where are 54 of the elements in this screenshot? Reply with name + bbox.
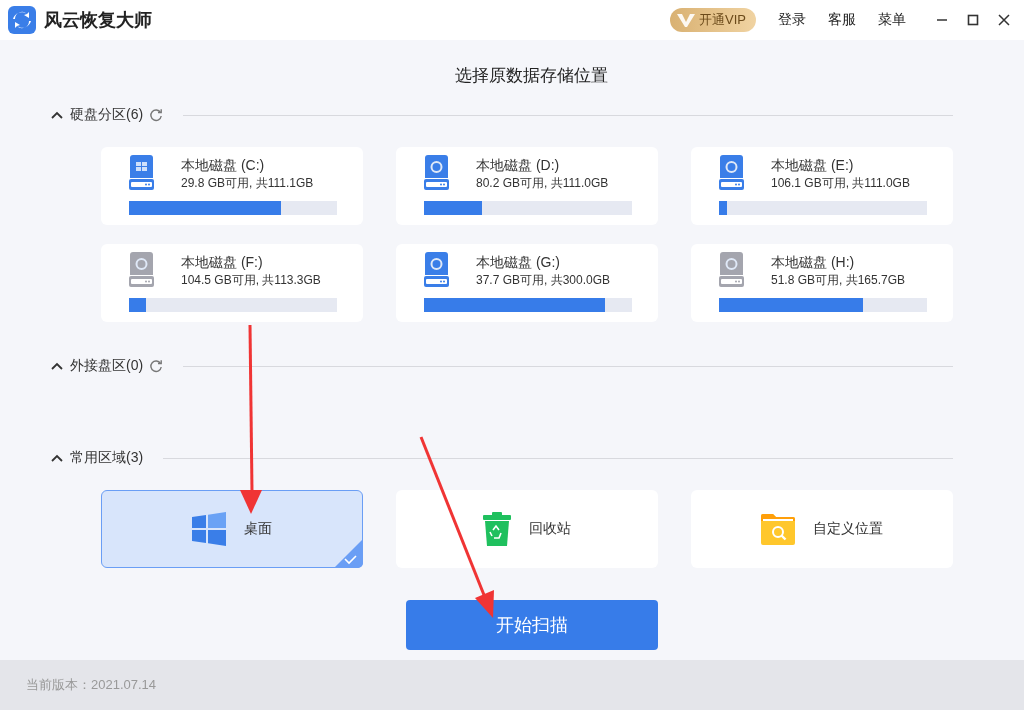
hard-drive-icon bbox=[719, 252, 744, 287]
v-icon bbox=[676, 12, 697, 28]
drive-card[interactable]: 本地磁盘 (D:) 80.2 GB可用, 共111.0GB bbox=[396, 147, 658, 225]
collapse-caret-icon[interactable] bbox=[50, 110, 64, 120]
maximize-icon[interactable] bbox=[967, 14, 979, 26]
location-name: 桌面 bbox=[244, 520, 272, 538]
location-name: 回收站 bbox=[529, 520, 571, 538]
app-logo-icon bbox=[8, 6, 36, 34]
location-name: 自定义位置 bbox=[813, 520, 883, 538]
section-title: 硬盘分区(6) bbox=[70, 106, 144, 124]
vip-button[interactable]: 开通VIP bbox=[670, 8, 756, 32]
location-card[interactable]: 自定义位置 bbox=[691, 490, 953, 568]
hard-drive-icon bbox=[129, 252, 154, 287]
drive-space: 104.5 GB可用, 共113.3GB bbox=[181, 272, 321, 289]
drive-space: 106.1 GB可用, 共111.0GB bbox=[771, 175, 910, 192]
hard-drive-icon bbox=[719, 155, 744, 190]
check-corner-icon bbox=[334, 539, 363, 568]
drive-name: 本地磁盘 (H:) bbox=[771, 254, 856, 271]
section-title: 外接盘区(0) bbox=[70, 357, 144, 375]
drive-card[interactable]: 本地磁盘 (C:) 29.8 GB可用, 共111.1GB bbox=[101, 147, 363, 225]
drive-space: 51.8 GB可用, 共165.7GB bbox=[771, 272, 906, 289]
location-card[interactable]: 桌面 bbox=[101, 490, 363, 568]
collapse-caret-icon[interactable] bbox=[50, 361, 64, 371]
drive-card[interactable]: 本地磁盘 (F:) 104.5 GB可用, 共113.3GB bbox=[101, 244, 363, 322]
location-card[interactable]: 回收站 bbox=[396, 490, 658, 568]
menu-link[interactable]: 登录 bbox=[778, 11, 806, 29]
refresh-icon[interactable] bbox=[149, 359, 164, 373]
page-heading: 选择原数据存储位置 bbox=[454, 66, 609, 86]
drive-name: 本地磁盘 (C:) bbox=[181, 157, 266, 174]
hard-drive-icon bbox=[424, 155, 449, 190]
drive-name: 本地磁盘 (F:) bbox=[181, 254, 264, 271]
windows-logo-icon bbox=[192, 512, 226, 546]
close-icon[interactable] bbox=[998, 14, 1010, 26]
app-title: 风云恢复大师 bbox=[44, 9, 152, 32]
drive-card[interactable]: 本地磁盘 (G:) 37.7 GB可用, 共300.0GB bbox=[396, 244, 658, 322]
start-scan-button[interactable]: 开始扫描 bbox=[405, 600, 658, 650]
drive-card[interactable]: 本地磁盘 (H:) 51.8 GB可用, 共165.7GB bbox=[691, 244, 953, 322]
collapse-caret-icon[interactable] bbox=[50, 453, 64, 463]
drive-space: 37.7 GB可用, 共300.0GB bbox=[476, 272, 611, 289]
menu-link[interactable]: 菜单 bbox=[878, 11, 906, 29]
hard-drive-icon bbox=[424, 252, 449, 287]
menu-link[interactable]: 客服 bbox=[828, 11, 856, 29]
refresh-icon[interactable] bbox=[149, 108, 164, 122]
system-drive-icon bbox=[129, 155, 154, 190]
drive-name: 本地磁盘 (G:) bbox=[476, 254, 561, 271]
version-text: 当前版本：2021.07.14 bbox=[26, 676, 157, 694]
folder-search-icon bbox=[761, 513, 795, 545]
drive-name: 本地磁盘 (E:) bbox=[771, 157, 855, 174]
section-title: 常用区域(3) bbox=[70, 449, 144, 467]
recycle-bin-icon bbox=[483, 511, 511, 547]
drive-card[interactable]: 本地磁盘 (E:) 106.1 GB可用, 共111.0GB bbox=[691, 147, 953, 225]
drive-space: 29.8 GB可用, 共111.1GB bbox=[181, 175, 314, 192]
drive-space: 80.2 GB可用, 共111.0GB bbox=[476, 175, 609, 192]
drive-name: 本地磁盘 (D:) bbox=[476, 157, 561, 174]
